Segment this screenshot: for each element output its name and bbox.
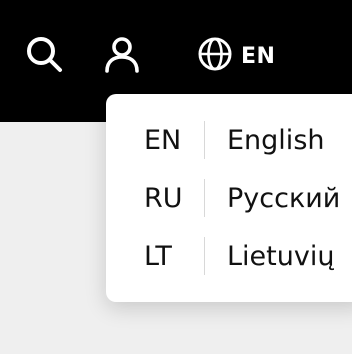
globe-icon (197, 36, 233, 76)
language-option-en[interactable]: EN English (106, 120, 352, 160)
language-switcher[interactable]: EN (197, 36, 275, 76)
language-name: Lietuvių (227, 240, 335, 272)
account-button[interactable] (100, 34, 144, 78)
language-code: EN (144, 124, 182, 156)
language-option-lt[interactable]: LT Lietuvių (106, 236, 352, 276)
search-icon (24, 34, 64, 78)
current-language-code: EN (241, 43, 276, 69)
search-button[interactable] (22, 34, 66, 78)
user-icon (102, 34, 142, 78)
language-code: RU (144, 182, 183, 214)
language-name: English (227, 124, 325, 156)
page: EN EN English RU Русский LT Lietuvių (0, 0, 352, 354)
language-dropdown: EN English RU Русский LT Lietuvių (106, 94, 352, 302)
language-code: LT (144, 240, 172, 272)
language-name: Русский (227, 182, 341, 214)
language-option-ru[interactable]: RU Русский (106, 178, 352, 218)
